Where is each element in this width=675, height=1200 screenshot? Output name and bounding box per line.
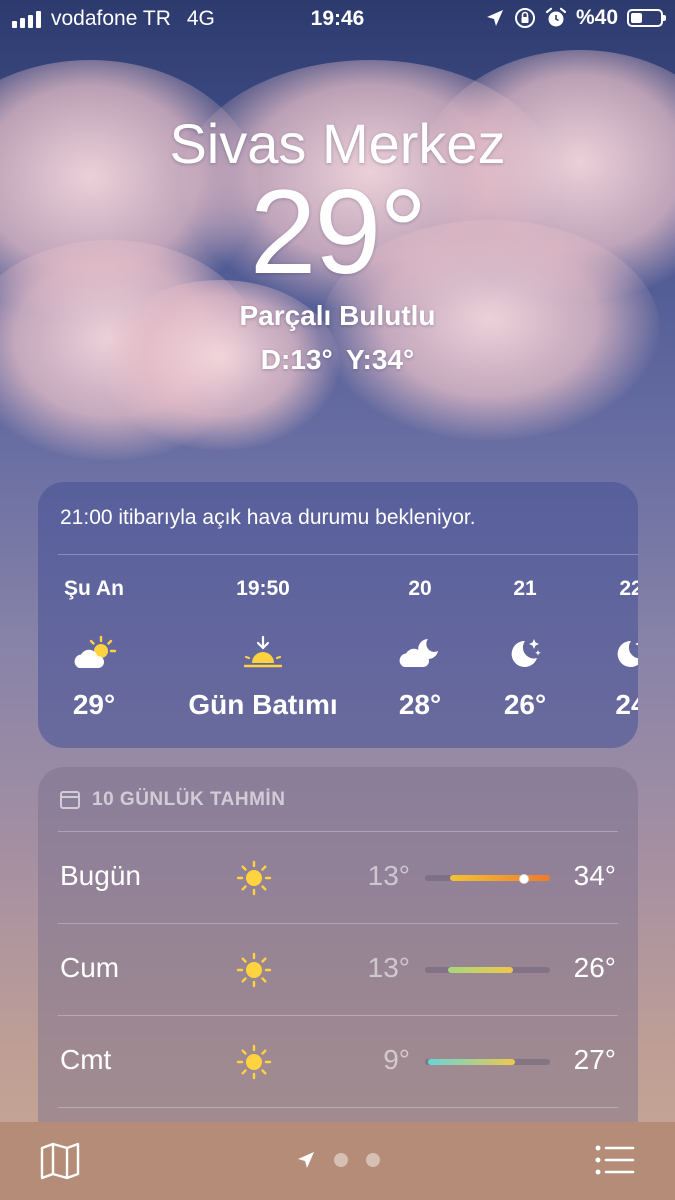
temperature-range-bar <box>425 874 550 884</box>
low-temperature: 13° <box>367 860 410 891</box>
hour-temperature: 24 <box>615 689 638 720</box>
hourly-scroll[interactable]: Şu An 29° 19:50 Gün Batımı 20 28° 21 26°… <box>38 555 638 735</box>
hour-temperature: 29° <box>72 689 116 720</box>
current-weather-header: Sivas Merkez 29° Parçalı Bulutlu D:13° Y… <box>0 110 675 376</box>
orientation-lock-icon <box>514 8 535 28</box>
low-temperature: 13° <box>367 952 410 983</box>
page-dot[interactable] <box>334 1153 348 1167</box>
battery-level <box>631 13 642 23</box>
current-temp-dot <box>518 874 529 884</box>
hour-label: 21 <box>513 577 537 600</box>
temperature-range-bar <box>425 967 550 973</box>
location-arrow-icon[interactable] <box>296 1150 316 1170</box>
hour-item: 20 28° <box>383 555 457 735</box>
map-icon[interactable] <box>40 1142 80 1180</box>
list-icon[interactable] <box>595 1144 635 1176</box>
hourly-forecast-card[interactable]: 21:00 itibarıyla açık hava durumu beklen… <box>38 482 638 748</box>
range-fill <box>447 967 513 973</box>
high-temperature: 27° <box>573 1044 616 1075</box>
hour-temperature: 26° <box>503 689 547 720</box>
calendar-icon <box>60 791 80 809</box>
hour-temperature: 28° <box>398 689 442 720</box>
hour-item: 22 24 <box>594 555 638 735</box>
battery-percent: %40 <box>575 6 618 29</box>
bottom-toolbar <box>0 1122 675 1200</box>
hour-label: Şu An <box>64 577 124 600</box>
cloud-moon-icon <box>399 639 438 667</box>
day-name: Cmt <box>60 1044 112 1075</box>
condition-text: Parçalı Bulutlu <box>239 300 436 331</box>
low-temperature: 9° <box>383 1044 410 1075</box>
high-temperature: 34° <box>573 860 616 891</box>
hour-label: 22 <box>619 577 638 600</box>
temperature-range-bar <box>425 1059 550 1065</box>
hour-label: 20 <box>408 577 432 600</box>
day-name: Bugün <box>60 860 141 891</box>
daily-row[interactable]: Cum 13° 26° <box>58 923 618 1015</box>
high-low-text: D:13° Y:34° <box>260 344 415 375</box>
range-fill <box>427 1059 515 1065</box>
partly-sunny-icon <box>74 635 117 668</box>
battery-icon <box>627 9 666 27</box>
daily-row[interactable]: Cmt 9° 27° <box>58 1015 618 1107</box>
hour-item: Şu An 29° <box>48 555 140 735</box>
high-temperature: 26° <box>573 952 616 983</box>
hour-label: 19:50 <box>236 577 290 600</box>
sun-icon <box>236 1044 272 1080</box>
moon-stars-icon <box>617 640 638 667</box>
sun-icon <box>236 860 272 896</box>
location-arrow-icon <box>486 10 503 26</box>
hour-item: 21 26° <box>488 555 562 735</box>
current-temperature: 29° <box>249 165 427 299</box>
page-dot[interactable] <box>366 1153 380 1167</box>
page-indicator[interactable] <box>296 1150 380 1170</box>
daily-forecast-card[interactable]: 10 GÜNLÜK TAHMİN Bugün 13° 34° Cum 13° 2… <box>38 767 638 1147</box>
range-fill <box>450 875 550 881</box>
daily-forecast-title: 10 GÜNLÜK TAHMİN <box>92 789 286 810</box>
hour-item: 19:50 Gün Batımı <box>178 555 348 735</box>
forecast-note: 21:00 itibarıyla açık hava durumu beklen… <box>60 506 476 529</box>
hour-temperature: Gün Batımı <box>188 689 338 720</box>
alarm-icon <box>545 7 567 27</box>
sun-icon <box>236 952 272 988</box>
moon-stars-icon <box>511 639 541 667</box>
status-bar: vodafone TR 4G 19:46 %40 <box>0 0 675 38</box>
day-name: Cum <box>60 952 120 983</box>
daily-forecast-header: 10 GÜNLÜK TAHMİN <box>38 767 638 811</box>
daily-row[interactable]: Bugün 13° 34° <box>58 831 618 923</box>
sunset-icon <box>243 635 283 668</box>
